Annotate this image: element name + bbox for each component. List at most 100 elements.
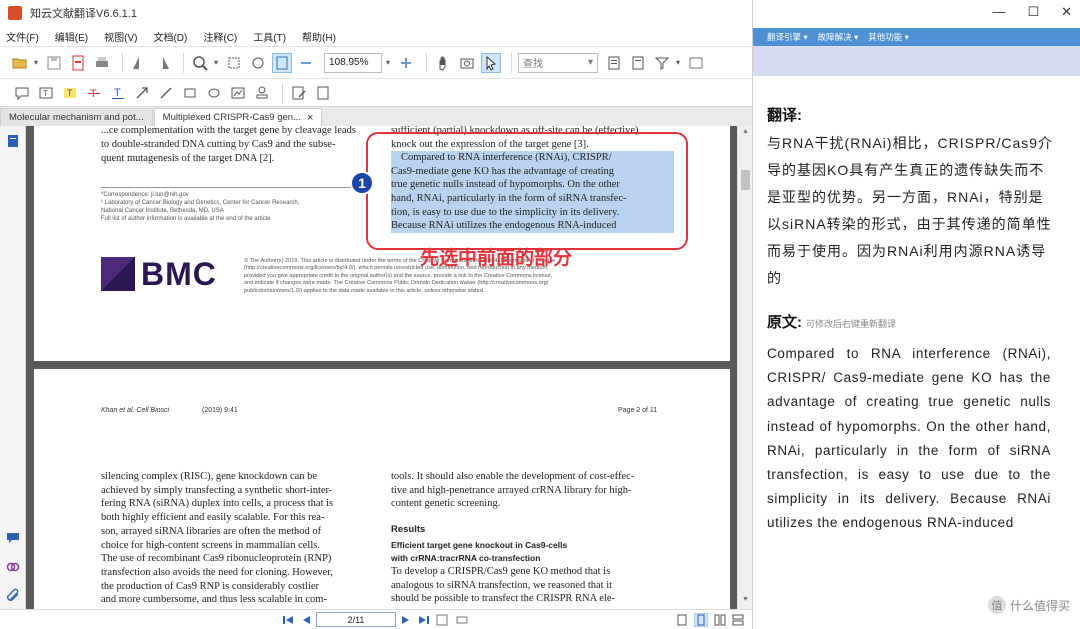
toolbar-divider	[511, 52, 513, 73]
translation-heading: 翻译:	[767, 107, 802, 124]
comment-icon[interactable]	[6, 531, 20, 545]
scroll-up-icon[interactable]: ▲	[742, 128, 749, 135]
menu-tools[interactable]: 工具(T)	[253, 29, 286, 44]
translation-pane: — ☐ ✕ 翻译引擎 ▾ 故障解决 ▾ 其他功能 ▾ 翻译: 与RNA干扰(RN…	[752, 0, 1080, 629]
svg-text:T: T	[43, 89, 48, 98]
rotate-right-icon[interactable]	[153, 53, 173, 73]
print-icon[interactable]	[92, 53, 112, 73]
menu-view[interactable]: 视图(V)	[104, 29, 137, 44]
facing-view-icon[interactable]	[714, 614, 726, 626]
page-layout-icon[interactable]	[436, 614, 448, 626]
zoom-level-field[interactable]: 108.95%	[324, 52, 383, 73]
zoom-out-icon[interactable]	[296, 53, 316, 73]
tab-document-2[interactable]: Multiplexed CRISPR-Cas9 gen... ×	[153, 108, 323, 126]
fit-width-icon[interactable]	[248, 53, 268, 73]
highlight-icon[interactable]: T	[60, 83, 80, 103]
chevron-down-icon[interactable]: ▾	[386, 58, 390, 67]
scroll-down-icon[interactable]: ▼	[742, 596, 749, 603]
underline-icon[interactable]: T	[108, 83, 128, 103]
vertical-scrollbar[interactable]: ▲ ▼	[737, 126, 752, 609]
attachment-icon[interactable]	[6, 588, 20, 602]
tool-settings-icon[interactable]	[686, 53, 706, 73]
text-line: content genetic screening.	[391, 498, 501, 510]
rectangle-icon[interactable]	[180, 83, 200, 103]
text-line: and more cumbersome, and thus less scala…	[101, 594, 327, 606]
single-page-view-icon[interactable]	[676, 614, 688, 626]
page-number-input[interactable]: 2/11	[316, 612, 396, 627]
note-icon[interactable]	[12, 83, 32, 103]
edit-annotation-icon[interactable]	[289, 83, 309, 103]
page-mode-icon[interactable]	[456, 614, 468, 626]
stamp-icon[interactable]	[252, 83, 272, 103]
app-title: 知云文献翻译V6.6.1.1	[30, 8, 137, 20]
menu-edit[interactable]: 编辑(E)	[55, 29, 88, 44]
page2-header-mid: (2019) 9:41	[202, 407, 238, 414]
select-text-icon[interactable]	[481, 52, 502, 73]
footnote-divider	[101, 187, 371, 188]
text-line: choice for high-content screens in mamma…	[101, 539, 320, 551]
text-box-icon[interactable]: T	[36, 83, 56, 103]
strikeout-icon[interactable]: T	[84, 83, 104, 103]
text-line: son, arrayed siRNA libraries are often t…	[101, 525, 322, 537]
chevron-down-icon[interactable]: ▾	[214, 58, 218, 67]
chevron-down-icon[interactable]: ▾	[676, 58, 680, 67]
left-sidebar	[0, 126, 26, 609]
zoom-plus-icon[interactable]	[396, 53, 416, 73]
menu-troubleshoot[interactable]: 故障解决 ▾	[818, 31, 859, 43]
menu-other-functions[interactable]: 其他功能 ▾	[868, 31, 909, 43]
open-folder-icon[interactable]	[10, 53, 30, 73]
fit-page-icon[interactable]	[272, 52, 293, 73]
next-page-icon[interactable]	[400, 614, 412, 626]
menu-help[interactable]: 帮助(H)	[302, 29, 336, 44]
find-input[interactable]: 查找 ▾	[518, 52, 599, 73]
translation-text[interactable]: 与RNA干扰(RNAi)相比，CRISPR/Cas9介导的基因KO具有产生真正的…	[767, 130, 1057, 292]
toolbar-divider	[122, 52, 124, 73]
zoom-in-icon[interactable]	[190, 53, 210, 73]
close-icon[interactable]: ×	[307, 112, 313, 124]
rotate-left-icon[interactable]	[129, 53, 149, 73]
maximize-icon[interactable]: ☐	[1027, 4, 1039, 20]
menu-comment[interactable]: 注释(C)	[203, 29, 237, 44]
area-icon[interactable]	[228, 83, 248, 103]
window-controls: — ☐ ✕	[992, 4, 1072, 20]
marquee-zoom-icon[interactable]	[224, 53, 244, 73]
snapshot-icon[interactable]	[457, 53, 477, 73]
menu-file[interactable]: 文件(F)	[6, 29, 39, 44]
hand-tool-icon[interactable]	[433, 53, 453, 73]
previous-page-icon[interactable]	[300, 614, 312, 626]
text-line: The use of recombinant Cas9 ribonucleopr…	[101, 553, 332, 565]
line-icon[interactable]	[156, 83, 176, 103]
continuous-facing-icon[interactable]	[732, 614, 744, 626]
chevron-down-icon[interactable]: ▾	[34, 58, 38, 67]
export-pdf-icon[interactable]	[68, 53, 88, 73]
minimize-icon[interactable]: —	[992, 4, 1005, 20]
text-line: To develop a CRISPR/Cas9 gene KO method …	[391, 565, 611, 577]
scrollbar-thumb[interactable]	[741, 170, 750, 190]
tab-label: Multiplexed CRISPR-Cas9 gen...	[162, 112, 301, 123]
ellipse-icon[interactable]	[204, 83, 224, 103]
text-line: silencing complex (RISC), gene knockdown…	[101, 471, 318, 482]
continuous-view-icon[interactable]	[694, 613, 708, 627]
tab-document-1[interactable]: Molecular mechanism and pot...	[0, 108, 153, 126]
menu-document[interactable]: 文档(D)	[153, 29, 187, 44]
save-icon[interactable]	[44, 53, 64, 73]
arrow-icon[interactable]	[132, 83, 152, 103]
tab-label: Molecular mechanism and pot...	[9, 112, 144, 123]
bookmark-icon[interactable]	[6, 134, 20, 148]
close-icon[interactable]: ✕	[1061, 4, 1072, 20]
text-line: ...ce complementation with the target ge…	[101, 126, 356, 136]
find-options-icon[interactable]	[652, 53, 672, 73]
find-placeholder: 查找	[523, 59, 544, 70]
link-icon[interactable]	[6, 560, 20, 574]
last-page-icon[interactable]	[418, 614, 430, 626]
subsection-heading-line: Efficient target gene knockout in Cas9-c…	[391, 539, 568, 550]
find-previous-icon[interactable]	[604, 53, 624, 73]
annotation-callout-box	[366, 132, 688, 250]
svg-text:T: T	[67, 88, 73, 98]
first-page-icon[interactable]	[282, 614, 294, 626]
menu-translate-engine[interactable]: 翻译引擎 ▾	[767, 31, 808, 43]
original-text[interactable]: Compared to RNA interference (RNAi), CRI…	[767, 342, 1051, 536]
find-next-icon[interactable]	[628, 53, 648, 73]
license-line: publicdomain/zero/1.0/) applies to the d…	[244, 287, 485, 294]
annotation-list-icon[interactable]	[313, 83, 333, 103]
